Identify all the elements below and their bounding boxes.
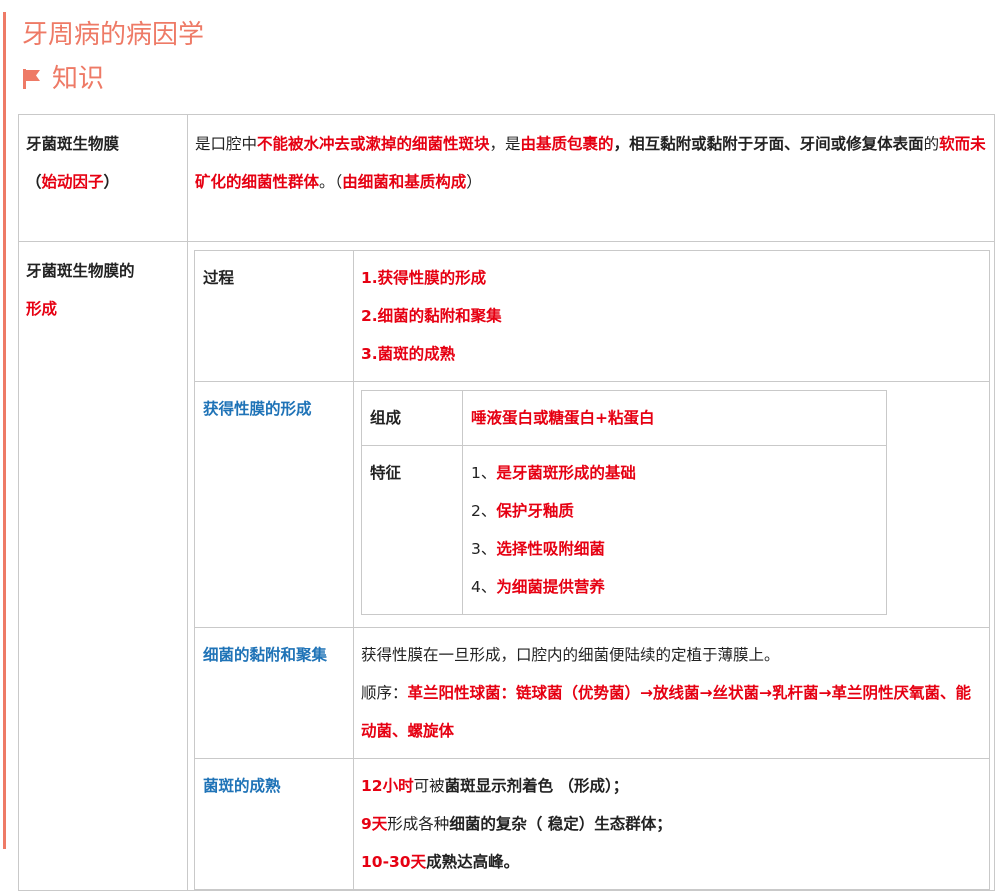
maturation-bold: 成熟达高峰。 [426, 853, 520, 871]
def-highlight: 由基质包裹的 [520, 135, 614, 153]
table-row: 获得性膜的形成 组成 唾液蛋白或糖蛋白+粘蛋白 特征 1、是牙菌斑形成的基础 2… [194, 381, 990, 628]
section-heading-label: 知识 [52, 64, 105, 94]
table-row: 牙菌斑生物膜 （始动因子） 是口腔中不能被水冲去或漱掉的细菌性斑块，是由基质包裹… [18, 114, 995, 242]
process-steps: 1.获得性膜的形成 2.细菌的黏附和聚集 3.菌斑的成熟 [353, 250, 990, 382]
feature-item: 4、为细菌提供营养 [471, 568, 878, 606]
feature-item: 1、是牙菌斑形成的基础 [471, 454, 878, 492]
pellicle-table: 组成 唾液蛋白或糖蛋白+粘蛋白 特征 1、是牙菌斑形成的基础 2、保护牙釉质 3… [361, 390, 887, 615]
def-bold: ，相互黏附或黏附于牙面、牙间或修复体表面 [613, 135, 924, 153]
maturation-time: 12小时 [361, 777, 414, 795]
knowledge-table: 牙菌斑生物膜 （始动因子） 是口腔中不能被水冲去或漱掉的细菌性斑块，是由基质包裹… [18, 114, 995, 891]
row-label: 牙菌斑生物膜 （始动因子） [18, 114, 188, 242]
feature-num: 4、 [471, 578, 497, 596]
maturation-time: 9天 [361, 815, 388, 833]
process-step: 1.获得性膜的形成 [361, 269, 487, 287]
table-row: 组成 唾液蛋白或糖蛋白+粘蛋白 [361, 390, 887, 446]
composition-value: 唾液蛋白或糖蛋白+粘蛋白 [462, 390, 887, 446]
feature-text: 选择性吸附细菌 [496, 540, 605, 558]
feature-label: 特征 [361, 445, 463, 615]
feature-item: 3、选择性吸附细菌 [471, 530, 878, 568]
adhesion-label: 细菌的黏附和聚集 [194, 627, 354, 759]
composition-label: 组成 [361, 390, 463, 446]
def-text: 。（ [319, 173, 343, 191]
feature-num: 2、 [471, 502, 497, 520]
def-text: ） [466, 173, 482, 191]
maturation-text: 可被 [413, 777, 445, 795]
adhesion-content: 获得性膜在一旦形成，口腔内的细菌便陆续的定植于薄膜上。 顺序：革兰阳性球菌：链球… [353, 627, 990, 759]
feature-text: 为细菌提供营养 [496, 578, 605, 596]
order-label: 顺序： [361, 684, 408, 702]
def-highlight: 由细菌和基质构成 [342, 173, 467, 191]
row-label-paren-open: （ [26, 173, 42, 191]
table-row: 特征 1、是牙菌斑形成的基础 2、保护牙釉质 3、选择性吸附细菌 4、为细菌提供… [361, 445, 887, 615]
row-label-text: 牙菌斑生物膜 [26, 135, 120, 153]
feature-text: 保护牙釉质 [496, 502, 574, 520]
row-label-paren-close: ） [103, 173, 120, 191]
row-label-highlight: 形成 [26, 300, 58, 318]
pellicle-content: 组成 唾液蛋白或糖蛋白+粘蛋白 特征 1、是牙菌斑形成的基础 2、保护牙釉质 3… [353, 381, 990, 628]
row-label: 牙菌斑生物膜的 形成 [18, 241, 188, 891]
table-row: 菌斑的成熟 12小时可被菌斑显示剂着色 （形成）； 9天形成各种细菌的复杂（ 稳… [194, 758, 990, 890]
feature-num: 1、 [471, 464, 497, 482]
process-step: 2.细菌的黏附和聚集 [361, 307, 502, 325]
def-text: 的 [923, 135, 940, 153]
maturation-bold: 细菌的复杂（ 稳定）生态群体； [449, 815, 672, 833]
page-title: 牙周病的病因学 [22, 20, 205, 50]
process-label: 过程 [194, 250, 354, 382]
pellicle-label: 获得性膜的形成 [194, 381, 354, 628]
flag-icon [23, 69, 40, 89]
maturation-text: 形成各种 [387, 815, 450, 833]
formation-table: 过程 1.获得性膜的形成 2.细菌的黏附和聚集 3.菌斑的成熟 获得性膜的形成 … [194, 250, 990, 890]
maturation-line: 12小时可被菌斑显示剂着色 （形成）； [361, 767, 982, 805]
maturation-bold: 菌斑显示剂着色 （形成）； [444, 777, 629, 795]
def-text: ，是 [489, 135, 521, 153]
table-row: 牙菌斑生物膜的 形成 过程 1.获得性膜的形成 2.细菌的黏附和聚集 3.菌斑的… [18, 241, 995, 891]
def-text: 是口腔中 [195, 135, 258, 153]
maturation-label: 菌斑的成熟 [194, 758, 354, 890]
maturation-content: 12小时可被菌斑显示剂着色 （形成）； 9天形成各种细菌的复杂（ 稳定）生态群体… [353, 758, 990, 890]
process-step: 3.菌斑的成熟 [361, 345, 456, 363]
order-value: 革兰阳性球菌：链球菌（优势菌）→放线菌→丝状菌→乳杆菌→革兰阴性厌氧菌、能动菌、… [361, 684, 971, 740]
table-row: 过程 1.获得性膜的形成 2.细菌的黏附和聚集 3.菌斑的成熟 [194, 250, 990, 382]
row-definition: 是口腔中不能被水冲去或漱掉的细菌性斑块，是由基质包裹的，相互黏附或黏附于牙面、牙… [187, 114, 995, 242]
maturation-line: 9天形成各种细菌的复杂（ 稳定）生态群体； [361, 805, 982, 843]
row-label-text: 牙菌斑生物膜的 [26, 262, 135, 280]
feature-text: 是牙菌斑形成的基础 [496, 464, 636, 482]
table-row: 细菌的黏附和聚集 获得性膜在一旦形成，口腔内的细菌便陆续的定植于薄膜上。 顺序：… [194, 627, 990, 759]
def-highlight: 不能被水冲去或漱掉的细菌性斑块 [257, 135, 490, 153]
section-heading: 知识 [22, 62, 104, 96]
feature-item: 2、保护牙釉质 [471, 492, 878, 530]
maturation-time: 10-30天 [361, 853, 427, 871]
feature-list: 1、是牙菌斑形成的基础 2、保护牙釉质 3、选择性吸附细菌 4、为细菌提供营养 [462, 445, 887, 615]
left-accent-bar [3, 12, 6, 849]
feature-num: 3、 [471, 540, 497, 558]
adhesion-text: 获得性膜在一旦形成，口腔内的细菌便陆续的定植于薄膜上。 [361, 646, 780, 664]
row-label-highlight: 始动因子 [41, 173, 104, 191]
row-content: 过程 1.获得性膜的形成 2.细菌的黏附和聚集 3.菌斑的成熟 获得性膜的形成 … [187, 241, 995, 891]
